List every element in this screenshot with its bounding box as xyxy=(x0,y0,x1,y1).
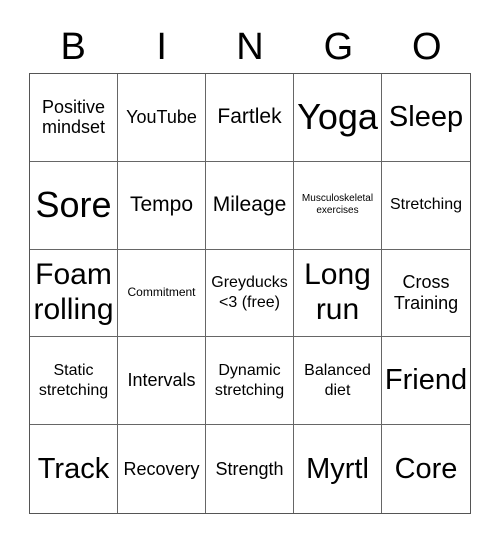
bingo-cell[interactable]: Balanced diet xyxy=(294,337,382,426)
bingo-cell-free[interactable]: Greyducks <3 (free) xyxy=(206,249,294,338)
bingo-cell[interactable]: Core xyxy=(382,425,470,513)
bingo-cell[interactable]: Myrtl xyxy=(294,425,382,513)
header-letter-n: N xyxy=(236,26,264,68)
bingo-cell[interactable]: YouTube xyxy=(118,74,206,162)
bingo-cell[interactable]: Long run xyxy=(294,249,382,338)
bingo-cell[interactable]: Recovery xyxy=(118,425,206,513)
bingo-cell[interactable]: Positive mindset xyxy=(30,74,118,162)
bingo-cell[interactable]: Sleep xyxy=(382,74,470,162)
bingo-cell[interactable]: Fartlek xyxy=(206,74,294,162)
bingo-cell[interactable]: Tempo xyxy=(118,161,206,250)
bingo-header: B I N G O xyxy=(29,22,471,72)
bingo-cell[interactable]: Dynamic stretching xyxy=(206,337,294,426)
bingo-cell[interactable]: Track xyxy=(30,425,118,513)
header-letter-i: I xyxy=(156,26,167,68)
bingo-cell[interactable]: Cross Training xyxy=(382,250,470,338)
bingo-cell[interactable]: Strength xyxy=(206,425,294,513)
header-letter-g: G xyxy=(323,26,354,68)
bingo-cell[interactable]: Musculoskeletal exercises xyxy=(294,161,382,250)
bingo-cell[interactable]: Friend xyxy=(382,337,470,426)
bingo-cell[interactable]: Stretching xyxy=(382,162,470,250)
bingo-cell[interactable]: Commitment xyxy=(118,249,206,338)
bingo-cell[interactable]: Intervals xyxy=(118,337,206,426)
bingo-cell[interactable]: Foam rolling xyxy=(30,249,118,338)
bingo-cell[interactable]: Yoga xyxy=(294,74,382,162)
bingo-cell[interactable]: Mileage xyxy=(206,161,294,250)
bingo-cell[interactable]: Sore xyxy=(30,161,118,250)
header-letter-b: B xyxy=(60,26,86,68)
bingo-grid: Positive mindset YouTube Fartlek Yoga Sl… xyxy=(29,73,471,514)
header-letter-o: O xyxy=(412,26,442,68)
bingo-cell[interactable]: Static stretching xyxy=(30,337,118,426)
